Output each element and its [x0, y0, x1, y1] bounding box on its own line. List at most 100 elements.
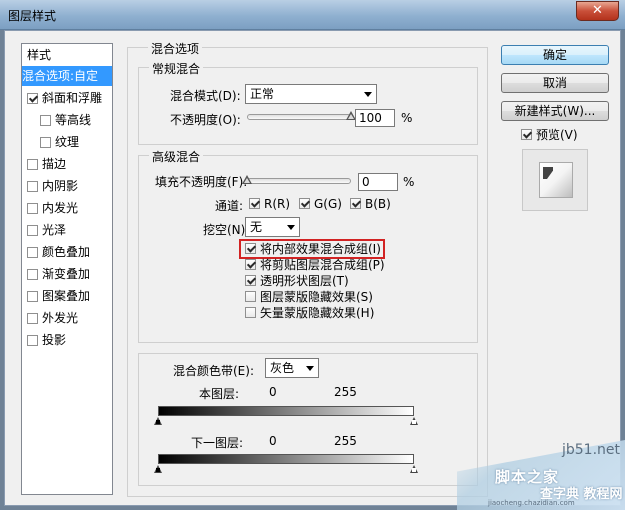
- chevron-down-icon: [287, 225, 295, 230]
- style-preview: [522, 149, 588, 211]
- this-layer-black-stop[interactable]: [154, 417, 163, 425]
- style-item-checkbox[interactable]: [40, 115, 51, 126]
- blend-if-label: 混合颜色带(E):: [173, 364, 254, 378]
- ok-button[interactable]: 确定: [501, 45, 609, 65]
- style-item-checkbox[interactable]: [27, 159, 38, 170]
- style-item[interactable]: 颜色叠加: [22, 242, 112, 262]
- style-item-label: 纹理: [55, 135, 80, 149]
- advanced-option-checkbox[interactable]: [245, 291, 256, 302]
- style-item-label: 内阴影: [42, 179, 79, 193]
- advanced-blending-title: 高级混合: [149, 148, 204, 165]
- underlying-layer-white-stop[interactable]: [410, 465, 419, 473]
- channel-checkbox[interactable]: [350, 198, 361, 209]
- underlying-layer-gradient: [158, 454, 414, 464]
- blend-mode-value: 正常: [250, 87, 275, 101]
- advanced-option-label: 将剪贴图层混合成组(P): [260, 258, 385, 272]
- opacity-label: 不透明度(O):: [170, 113, 241, 127]
- underlying-layer-black-stop[interactable]: [154, 465, 163, 473]
- cancel-button[interactable]: 取消: [501, 73, 609, 93]
- preview-label: 预览(V): [536, 128, 578, 142]
- channel-checkbox[interactable]: [299, 198, 310, 209]
- style-item[interactable]: 纹理: [22, 132, 112, 152]
- style-item[interactable]: 内发光: [22, 198, 112, 218]
- blending-options-group: 混合选项 常规混合 混合模式(D): 正常 不透明度(O): 100 % 高级混…: [127, 40, 488, 497]
- close-button[interactable]: ✕: [576, 1, 619, 21]
- fill-opacity-slider[interactable]: [247, 178, 351, 184]
- fill-opacity-percent: %: [403, 175, 415, 189]
- style-item[interactable]: 内阴影: [22, 176, 112, 196]
- channel-label: G(G): [314, 197, 342, 211]
- style-item-label: 颜色叠加: [42, 245, 91, 259]
- style-item[interactable]: 混合选项:自定: [22, 66, 112, 86]
- style-item[interactable]: 渐变叠加: [22, 264, 112, 284]
- style-item-checkbox[interactable]: [27, 203, 38, 214]
- channels-label: 通道:: [215, 199, 244, 213]
- style-item-checkbox[interactable]: [27, 181, 38, 192]
- style-item-label: 内发光: [42, 201, 79, 215]
- channel-label: R(R): [264, 197, 291, 211]
- style-item-label: 描边: [42, 157, 67, 171]
- style-item-checkbox[interactable]: [27, 313, 38, 324]
- close-icon: ✕: [592, 3, 603, 18]
- style-item[interactable]: 图案叠加: [22, 286, 112, 306]
- fill-opacity-slider-thumb[interactable]: [242, 175, 253, 185]
- advanced-option-checkbox[interactable]: [245, 259, 256, 270]
- style-item-label: 外发光: [42, 311, 79, 325]
- style-item[interactable]: 等高线: [22, 110, 112, 130]
- blend-if-select[interactable]: 灰色: [265, 358, 319, 378]
- style-item-checkbox[interactable]: [40, 137, 51, 148]
- style-item-label: 光泽: [42, 223, 67, 237]
- channel-checkbox[interactable]: [249, 198, 260, 209]
- advanced-option-label: 透明形状图层(T): [260, 274, 349, 288]
- chevron-down-icon: [306, 366, 314, 371]
- blend-if-group: 混合颜色带(E): 灰色 本图层: 0 255 下一图层: 0 255: [138, 353, 478, 486]
- watermark-site: jb51.net: [562, 442, 621, 458]
- advanced-option-checkbox[interactable]: [245, 307, 256, 318]
- underlying-layer-max: 255: [334, 434, 357, 448]
- watermark-url: jiaocheng.chazidian.com: [488, 499, 575, 507]
- style-item-checkbox[interactable]: [27, 335, 38, 346]
- style-item-label: 等高线: [55, 113, 92, 127]
- advanced-option-label: 将内部效果混合成组(I): [260, 242, 381, 256]
- style-item-checkbox[interactable]: [27, 291, 38, 302]
- knockout-label: 挖空(N):: [203, 223, 250, 237]
- fill-opacity-input[interactable]: 0: [358, 173, 398, 191]
- opacity-percent: %: [401, 111, 413, 125]
- blend-mode-select[interactable]: 正常: [245, 84, 377, 104]
- advanced-blending-group: 高级混合 填充不透明度(F): 0 % 通道: R(R) G(G) B(B) 挖空(…: [138, 148, 478, 343]
- this-layer-min: 0: [269, 385, 277, 399]
- opacity-input[interactable]: 100: [355, 109, 395, 127]
- blend-if-value: 灰色: [270, 361, 295, 375]
- style-item-checkbox[interactable]: [27, 225, 38, 236]
- style-item-label: 投影: [42, 333, 67, 347]
- opacity-slider[interactable]: [247, 114, 351, 120]
- underlying-layer-min: 0: [269, 434, 277, 448]
- style-item[interactable]: 光泽: [22, 220, 112, 240]
- advanced-option-checkbox[interactable]: [245, 243, 256, 254]
- style-item[interactable]: 描边: [22, 154, 112, 174]
- knockout-value: 无: [250, 220, 263, 234]
- style-item[interactable]: 斜面和浮雕: [22, 88, 112, 108]
- new-style-button[interactable]: 新建样式(W)...: [501, 101, 609, 121]
- style-item-checkbox[interactable]: [27, 269, 38, 280]
- this-layer-gradient: [158, 406, 414, 416]
- advanced-option-label: 矢量蒙版隐藏效果(H): [260, 306, 375, 320]
- style-item[interactable]: 投影: [22, 330, 112, 350]
- style-item-label: 图案叠加: [42, 289, 91, 303]
- style-item[interactable]: 外发光: [22, 308, 112, 328]
- this-layer-white-stop[interactable]: [410, 417, 419, 425]
- general-blending-title: 常规混合: [149, 60, 204, 77]
- title-bar[interactable]: 图层样式 ✕: [0, 0, 625, 30]
- style-item-checkbox[interactable]: [27, 247, 38, 258]
- advanced-option-checkbox[interactable]: [245, 275, 256, 286]
- knockout-select[interactable]: 无: [245, 217, 300, 237]
- style-list-header[interactable]: 样式: [22, 45, 112, 65]
- style-item-label: 混合选项:自定: [22, 69, 99, 83]
- this-layer-label: 本图层:: [199, 387, 240, 401]
- channel-label: B(B): [365, 197, 391, 211]
- style-item-label: 斜面和浮雕: [42, 91, 103, 105]
- style-list: 样式 混合选项:自定斜面和浮雕等高线纹理描边内阴影内发光光泽颜色叠加渐变叠加图案…: [21, 43, 113, 495]
- window-title: 图层样式: [8, 9, 57, 23]
- style-item-checkbox[interactable]: [27, 93, 38, 104]
- preview-checkbox[interactable]: [521, 129, 532, 140]
